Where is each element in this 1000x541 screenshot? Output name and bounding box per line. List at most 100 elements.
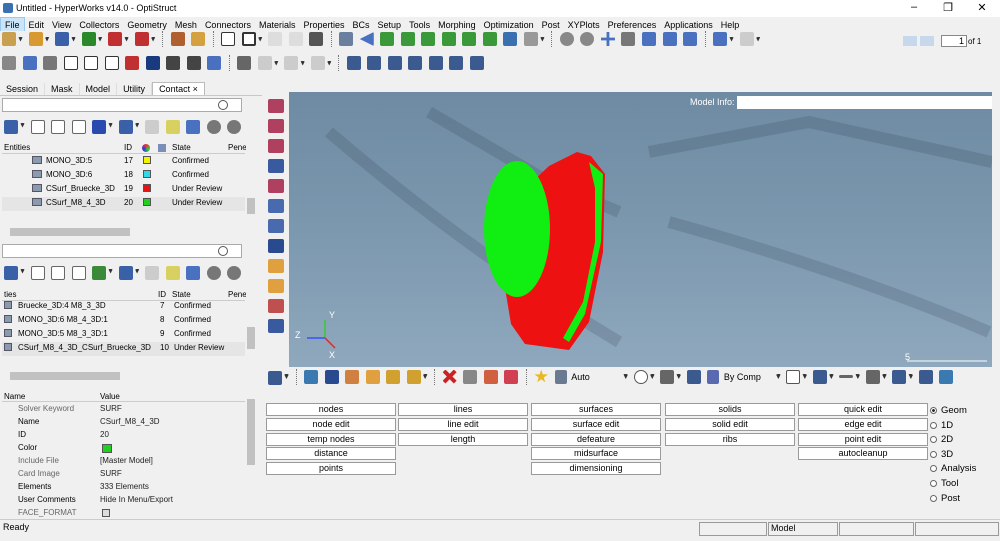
property-value[interactable]: Hide In Menu/Export: [100, 495, 173, 504]
zoom-fit-icon[interactable]: [580, 32, 595, 46]
menu-help[interactable]: Help: [717, 18, 744, 32]
transparency-icon[interactable]: [892, 369, 907, 384]
wire-icon[interactable]: [786, 369, 801, 384]
zoom-icon[interactable]: [339, 32, 354, 46]
window6-icon[interactable]: [449, 56, 464, 70]
axis-zy-icon[interactable]: [462, 32, 477, 46]
tie-row[interactable]: CSurf_M8_4_3D_CSurf_Bruecke_3D 10 Under Re…: [2, 342, 245, 356]
save-icon[interactable]: [55, 32, 70, 46]
tab-3[interactable]: Utility: [117, 83, 153, 95]
pointer-icon[interactable]: [145, 120, 160, 134]
property-value[interactable]: [Master Model]: [100, 456, 153, 465]
tie-row[interactable]: MONO_3D:6 M8_4_3D:1 8 Confirmed: [2, 314, 245, 328]
window7-icon[interactable]: [469, 56, 484, 70]
menu-morphing[interactable]: Morphing: [434, 18, 480, 32]
panel-button-ribs[interactable]: ribs: [665, 432, 795, 446]
undo-icon[interactable]: [713, 32, 728, 46]
tie-row[interactable]: Bruecke_3D:4 M8_3_3D 7 Confirmed: [2, 300, 245, 314]
panel-button-surfaces[interactable]: surfaces: [531, 403, 661, 416]
search-icon[interactable]: [218, 100, 228, 110]
property-row[interactable]: Elements 333 Elements: [2, 481, 245, 494]
panel-button-quick-edit[interactable]: quick edit: [798, 403, 928, 416]
panel-button-dimensioning[interactable]: dimensioning: [531, 462, 661, 476]
cube-view-icon[interactable]: [686, 369, 701, 384]
prop-icon[interactable]: [345, 369, 360, 384]
line-icon[interactable]: [2, 56, 16, 70]
redo-icon[interactable]: [739, 32, 754, 46]
page-back-icon[interactable]: [903, 36, 917, 46]
show-all-icon[interactable]: [206, 120, 221, 134]
cylinder-icon[interactable]: [43, 56, 58, 70]
panel-button-node-edit[interactable]: node edit: [266, 417, 396, 431]
find-icon[interactable]: [483, 369, 498, 384]
radio-analysis[interactable]: Analysis: [930, 463, 1000, 478]
menu-collectors[interactable]: Collectors: [75, 18, 123, 32]
tool9-icon[interactable]: [268, 259, 284, 273]
paste-icon[interactable]: [284, 56, 299, 70]
property-row[interactable]: Include File [Master Model]: [2, 455, 245, 468]
menu-applications[interactable]: Applications: [660, 18, 717, 32]
axis-yx-icon[interactable]: [400, 32, 415, 46]
menu-geometry[interactable]: Geometry: [123, 18, 171, 32]
window5-icon[interactable]: [428, 56, 443, 70]
comp-icon[interactable]: [304, 369, 319, 384]
new-window-icon[interactable]: [221, 32, 236, 46]
panel-button-defeature[interactable]: defeature: [531, 432, 661, 446]
flat-view-icon[interactable]: [71, 120, 86, 134]
property-value[interactable]: SURF: [100, 404, 122, 413]
menu-optimization[interactable]: Optimization: [480, 18, 538, 32]
edge-icon[interactable]: [839, 375, 854, 378]
tool5-icon[interactable]: [268, 179, 284, 193]
axis-x-icon[interactable]: [421, 32, 436, 46]
radio-tool[interactable]: Tool: [930, 478, 1000, 493]
auto-select[interactable]: Auto: [571, 370, 623, 384]
property-checkbox[interactable]: [102, 509, 110, 517]
menu-setup[interactable]: Setup: [374, 18, 406, 32]
sys-icon[interactable]: [406, 369, 421, 384]
help-icon[interactable]: [504, 369, 519, 384]
color-icon[interactable]: [92, 120, 107, 134]
panel-button-lines[interactable]: lines: [398, 403, 528, 416]
entity-row[interactable]: CSurf_Bruecke_3D 19 Under Review: [2, 183, 245, 197]
element-red-icon[interactable]: [125, 56, 140, 70]
menu-tools[interactable]: Tools: [405, 18, 434, 32]
menu-xyplots[interactable]: XYPlots: [564, 18, 604, 32]
ties-vscroll[interactable]: [246, 289, 256, 367]
mask-icon[interactable]: [463, 369, 478, 384]
zoom-in-icon[interactable]: [559, 32, 574, 46]
load-icon[interactable]: [386, 369, 401, 384]
sigma-icon[interactable]: [166, 56, 181, 70]
panel-button-line-edit[interactable]: line edit: [398, 417, 528, 431]
property-row[interactable]: Color: [2, 442, 245, 455]
solid-view-icon[interactable]: [812, 369, 827, 384]
display-icon[interactable]: [118, 120, 133, 134]
bycomp-select[interactable]: By Comp: [724, 370, 776, 384]
element-blue-icon[interactable]: [145, 56, 160, 70]
sigma-sub-icon[interactable]: [186, 56, 201, 70]
copy-icon[interactable]: [257, 56, 272, 70]
tool10-icon[interactable]: [268, 279, 284, 293]
move-h-icon[interactable]: [641, 32, 656, 46]
ties-show-icon[interactable]: [206, 266, 221, 280]
expand-icon[interactable]: [30, 120, 45, 134]
cut-icon[interactable]: [237, 56, 252, 70]
entity-color-swatch[interactable]: [143, 170, 151, 178]
window1-icon[interactable]: [346, 56, 361, 70]
ties-collapse-icon[interactable]: [51, 266, 66, 280]
property-row[interactable]: Solver Keyword SURF: [2, 403, 245, 416]
rod-icon[interactable]: [22, 56, 37, 70]
shade-icon[interactable]: [660, 369, 675, 384]
panel-button-length[interactable]: length: [398, 432, 528, 446]
menu-mesh[interactable]: Mesh: [171, 18, 201, 32]
legend-icon[interactable]: [918, 369, 933, 384]
user-icon[interactable]: [170, 32, 185, 46]
menu-preferences[interactable]: Preferences: [604, 18, 661, 32]
window4-icon[interactable]: [408, 56, 423, 70]
radio-1d[interactable]: 1D: [930, 420, 1000, 435]
ties-search-input[interactable]: [2, 244, 242, 258]
property-row[interactable]: User Comments Hide In Menu/Export: [2, 494, 245, 507]
entity-row[interactable]: MONO_3D:6 18 Confirmed: [2, 169, 245, 183]
mat-icon[interactable]: [365, 369, 380, 384]
capture-icon[interactable]: [309, 32, 324, 46]
panel-button-point-edit[interactable]: point edit: [798, 432, 928, 446]
